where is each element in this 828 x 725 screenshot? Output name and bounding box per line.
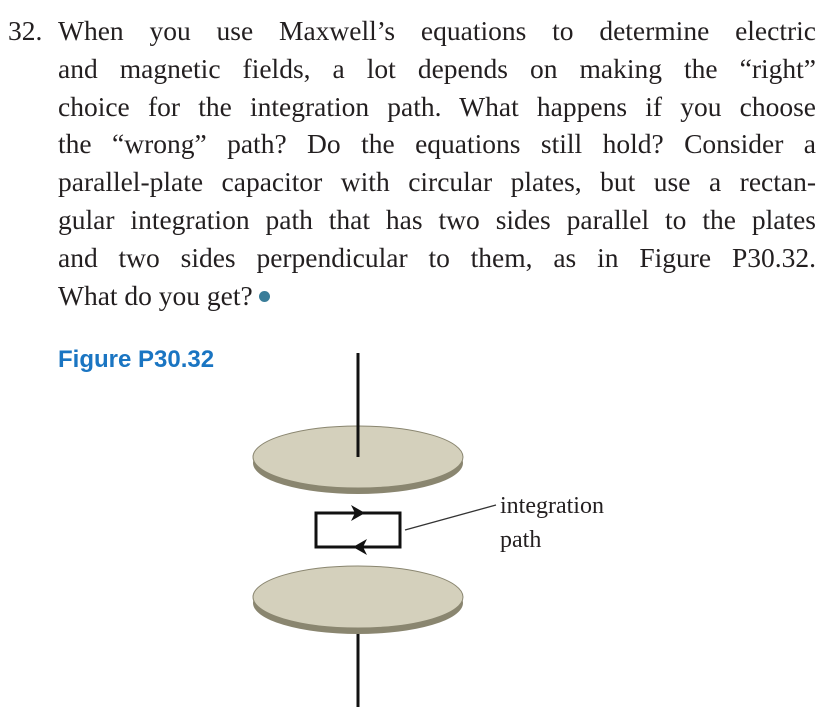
callout-label-2: path: [500, 527, 541, 553]
callout-label-1: integration: [500, 493, 604, 519]
capacitor-figure: integration path: [252, 353, 604, 707]
callout-line: [404, 504, 497, 531]
bottom-plate: [252, 565, 464, 634]
integration-path-rect: [314, 511, 402, 549]
